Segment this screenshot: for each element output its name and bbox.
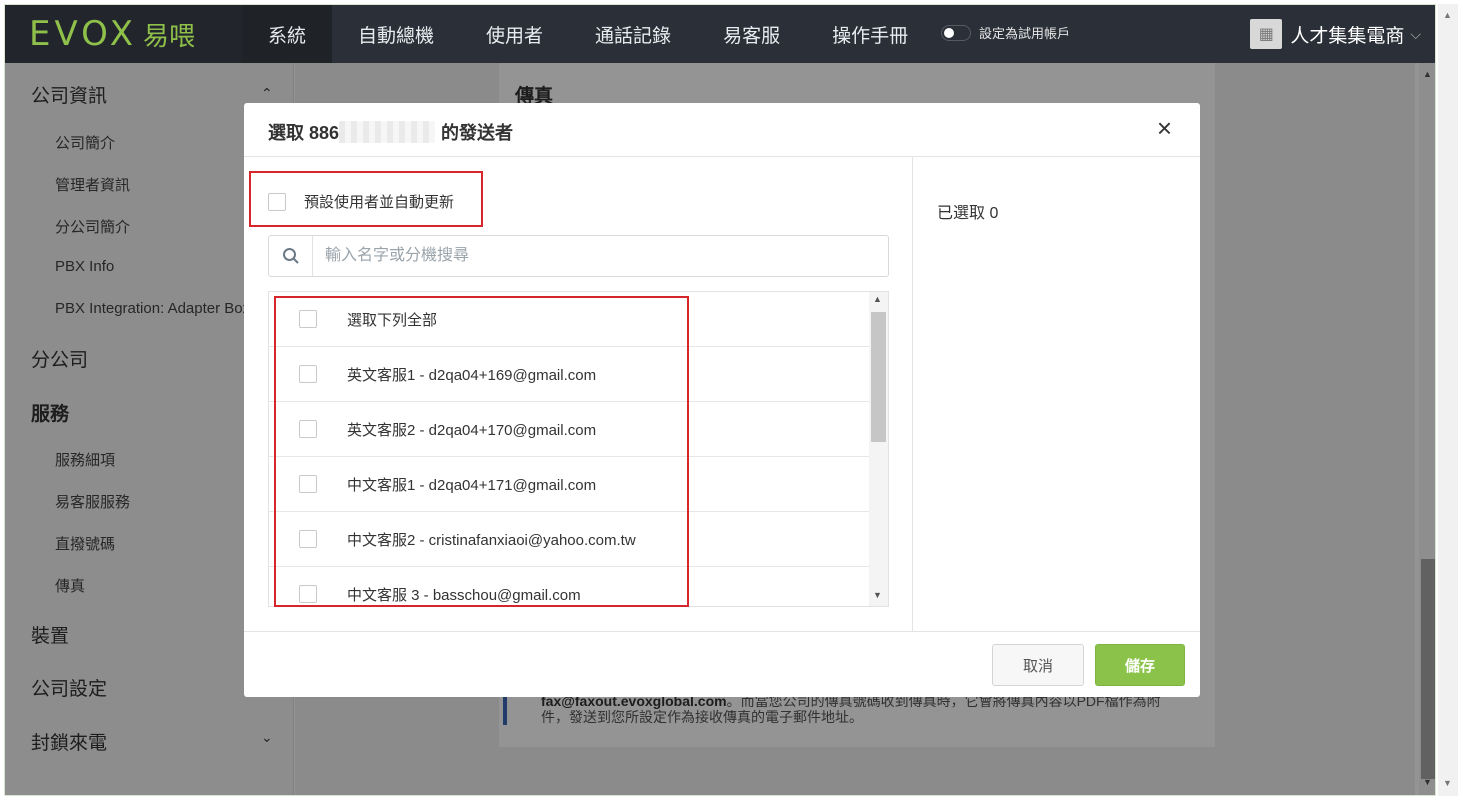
selected-count: 已選取 0 <box>937 205 999 222</box>
auto-update-option[interactable]: 預設使用者並自動更新 <box>268 191 454 212</box>
nav-customer-service[interactable]: 易客服 <box>697 5 806 63</box>
search-input[interactable] <box>313 237 888 275</box>
close-icon[interactable]: × <box>1157 115 1172 141</box>
auto-update-label: 預設使用者並自動更新 <box>304 194 455 211</box>
logo-cn-text: 易喂 <box>143 21 196 52</box>
nav-auto-attendant[interactable]: 自動總機 <box>332 5 460 63</box>
top-navbar: EVOX 易喂 系統 自動總機 使用者 通話記錄 易客服 操作手冊 設定為試用帳… <box>5 5 1435 63</box>
selected-pane: 已選取 0 <box>913 157 1200 631</box>
search-box <box>268 235 889 277</box>
redacted-number <box>339 121 436 143</box>
scroll-up-arrow-icon[interactable]: ▲ <box>873 294 882 304</box>
nav-system[interactable]: 系統 <box>242 5 333 63</box>
dialog-title-prefix: 選取 886 <box>268 123 340 143</box>
scroll-down-arrow-icon[interactable]: ▼ <box>1443 778 1452 788</box>
highlight-box <box>274 296 689 607</box>
logo-text: EVOX <box>29 14 138 54</box>
logo[interactable]: EVOX 易喂 <box>5 5 242 63</box>
chevron-down-icon: ⌵ <box>1410 25 1421 42</box>
toggle-switch[interactable] <box>941 24 971 41</box>
account-name: 人才集集電商 <box>1290 25 1405 47</box>
nav-users[interactable]: 使用者 <box>460 5 569 63</box>
list-scrollbar[interactable]: ▲ ▼ <box>869 292 888 606</box>
list-scroll-thumb[interactable] <box>871 312 886 442</box>
scroll-down-arrow-icon[interactable]: ▼ <box>873 590 882 600</box>
scroll-up-arrow-icon[interactable]: ▲ <box>1443 10 1452 20</box>
main-nav: 系統 自動總機 使用者 通話記錄 易客服 操作手冊 <box>242 5 934 63</box>
nav-call-records[interactable]: 通話記錄 <box>569 5 697 63</box>
dialog-title: 選取 886 的發送者 <box>268 119 513 145</box>
dialog-header: 選取 886 的發送者 × <box>244 103 1200 157</box>
search-icon <box>269 236 313 276</box>
building-icon: ▦ <box>1250 19 1283 49</box>
auto-update-checkbox[interactable] <box>268 192 286 211</box>
nav-manual[interactable]: 操作手冊 <box>806 5 934 63</box>
sender-selection-pane: 預設使用者並自動更新 選取下列全部 英文客服1 - d2qa04+169@gma… <box>244 157 913 631</box>
cancel-button[interactable]: 取消 <box>992 644 1084 686</box>
window-scrollbar[interactable]: ▲ ▼ <box>1438 4 1458 796</box>
select-sender-dialog: 選取 886 的發送者 × 預設使用者並自動更新 選取下列全部 英文客服1 - … <box>244 103 1200 697</box>
dialog-footer: 取消 儲存 <box>244 631 1200 697</box>
trial-account-toggle[interactable]: 設定為試用帳戶 <box>941 23 1070 42</box>
account-menu[interactable]: ▦ 人才集集電商 ⌵ <box>1250 19 1421 49</box>
trial-label: 設定為試用帳戶 <box>979 26 1071 41</box>
save-button[interactable]: 儲存 <box>1095 644 1185 686</box>
dialog-title-suffix: 的發送者 <box>441 123 514 143</box>
